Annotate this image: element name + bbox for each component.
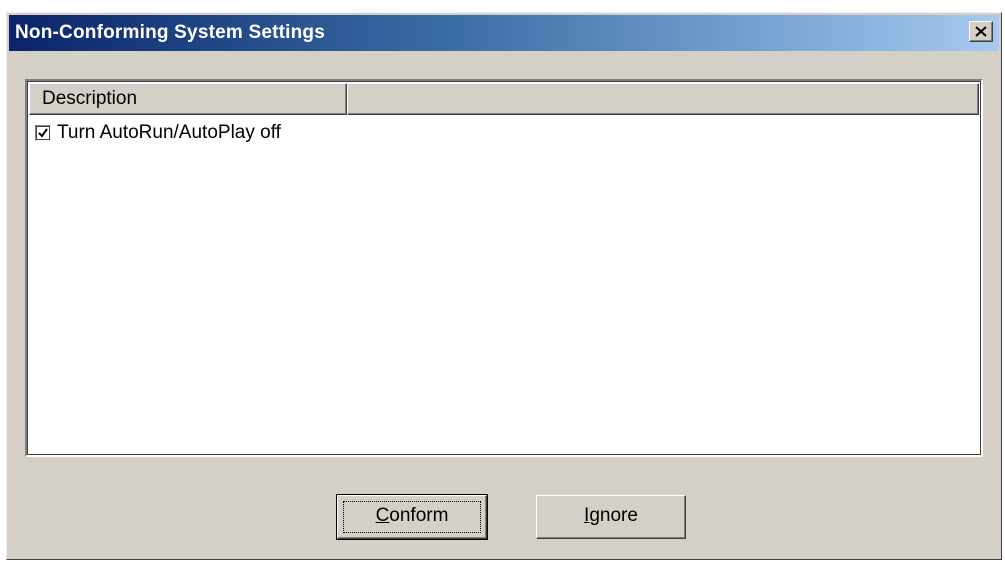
close-button[interactable]: [969, 21, 993, 42]
ignore-button[interactable]: Ignore: [536, 495, 686, 539]
title-bar[interactable]: Non-Conforming System Settings: [9, 15, 999, 51]
list-item[interactable]: Turn AutoRun/AutoPlay off: [35, 121, 281, 145]
column-header-description[interactable]: Description: [29, 83, 347, 115]
checkmark-icon: [38, 128, 48, 138]
window-title: Non-Conforming System Settings: [15, 22, 326, 43]
close-icon: [975, 26, 987, 37]
autorun-checkbox[interactable]: [35, 125, 51, 141]
focus-rectangle: [343, 501, 481, 533]
list-body: Turn AutoRun/AutoPlay off: [29, 115, 979, 453]
settings-dialog: Non-Conforming System Settings Descripti…: [6, 12, 1002, 560]
conform-button[interactable]: Conform: [336, 494, 488, 540]
settings-list[interactable]: Description Turn AutoRun/AutoPlay off: [25, 79, 983, 457]
ignore-label-rest: gnore: [589, 505, 638, 526]
column-header-empty[interactable]: [347, 83, 979, 115]
list-header: Description: [29, 83, 979, 115]
list-item-label: Turn AutoRun/AutoPlay off: [57, 122, 281, 143]
